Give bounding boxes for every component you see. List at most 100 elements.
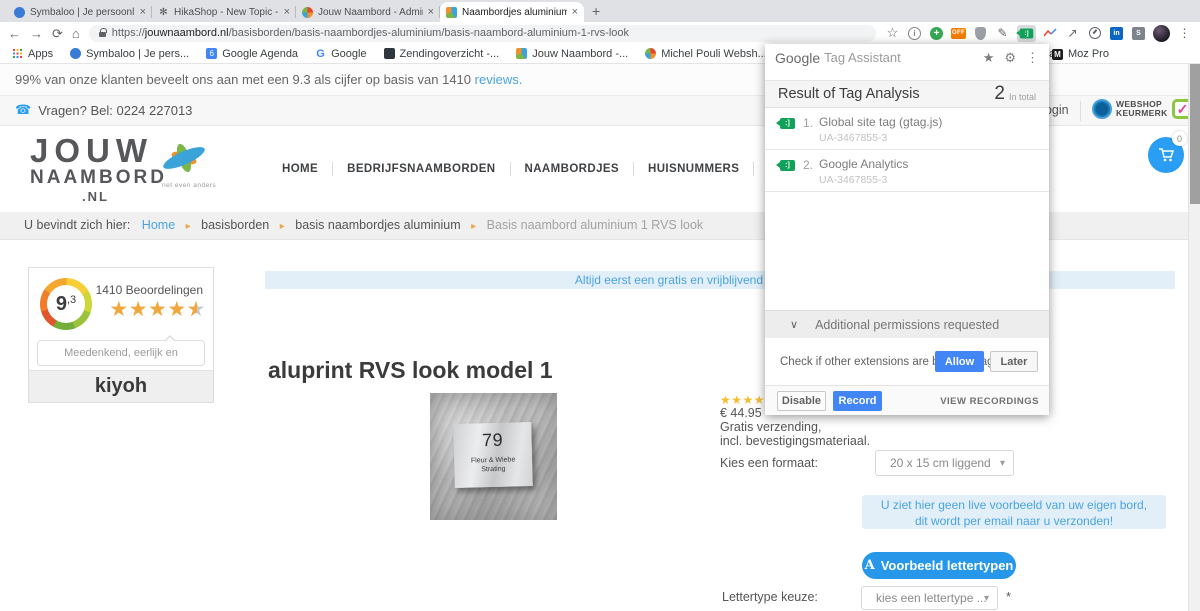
- bookmark-moz-pro[interactable]: MMoz Pro: [1052, 44, 1109, 64]
- view-recordings-link[interactable]: VIEW RECORDINGS: [940, 396, 1039, 407]
- format-label: Kies een formaat:: [720, 456, 818, 470]
- rate-star-icon[interactable]: ★: [983, 50, 995, 66]
- home-button[interactable]: ⌂: [72, 27, 80, 40]
- tag-assistant-extension-icon[interactable]: :]: [1017, 25, 1036, 42]
- tab-symbaloo[interactable]: Symbaloo | Je persoonlijke Startp ×: [8, 2, 152, 22]
- bookmark-google-agenda[interactable]: 6Google Agenda: [206, 48, 298, 60]
- new-tab-button[interactable]: +: [592, 4, 600, 18]
- permissions-label: Additional permissions requested: [815, 318, 999, 332]
- off-badge-extension-icon[interactable]: OFF: [951, 28, 966, 39]
- profile-avatar[interactable]: [1153, 25, 1170, 42]
- letter-a-icon: A: [865, 558, 875, 573]
- bookmark-apps[interactable]: Apps: [12, 48, 53, 60]
- tab-close-icon[interactable]: ×: [572, 7, 578, 18]
- kiyoh-review-widget[interactable]: 9,3 1410 Beoordelingen ★★★★★★ Meedenkend…: [28, 267, 214, 403]
- star-icon: ★: [167, 298, 186, 321]
- star-icon: ★: [109, 298, 128, 321]
- s-extension-icon[interactable]: S: [1132, 27, 1145, 40]
- add-extension-icon[interactable]: +: [930, 27, 943, 40]
- tab-title: Symbaloo | Je persoonlijke Startp: [30, 7, 135, 18]
- bookmark-star-icon[interactable]: ☆: [885, 26, 900, 41]
- url-input[interactable]: https://jouwnaambord.nl/basisborden/basi…: [89, 25, 876, 42]
- tab-tools-extension-icon[interactable]: ↗: [1065, 26, 1080, 41]
- font-preview-button[interactable]: A Voorbeeld lettertypen: [862, 552, 1016, 579]
- page-scrollbar[interactable]: [1188, 64, 1200, 611]
- breadcrumb-label: U bevindt zich hier:: [24, 218, 130, 232]
- permissions-section[interactable]: ∨ Additional permissions requested: [765, 310, 1049, 338]
- bookmark-michel-pouli[interactable]: Michel Pouli Websh...: [645, 48, 767, 60]
- linkedin-extension-icon[interactable]: in: [1110, 27, 1123, 40]
- preview-info-box: U ziet hier geen live voorbeeld van uw e…: [862, 495, 1166, 529]
- google-g-icon: G: [315, 48, 326, 59]
- star-icon: ★: [743, 393, 754, 407]
- tab-close-icon[interactable]: ×: [428, 7, 434, 18]
- apps-grid-icon: [12, 48, 23, 59]
- tag-id: UA-3467855-3: [819, 132, 942, 144]
- gear-icon[interactable]: ⚙: [1004, 50, 1016, 66]
- disable-button[interactable]: Disable: [777, 391, 826, 411]
- tab-close-icon[interactable]: ×: [284, 7, 290, 18]
- tab-administratie[interactable]: Jouw Naambord - Administratie ×: [296, 2, 440, 22]
- nav-home[interactable]: HOME: [268, 163, 332, 175]
- gauge-extension-icon[interactable]: [1089, 27, 1101, 39]
- star-icon: ★: [754, 393, 765, 407]
- bookmark-symbaloo[interactable]: Symbaloo | Je pers...: [70, 48, 189, 60]
- analytics-extension-icon[interactable]: [1043, 26, 1058, 41]
- tab-naambordjes-active[interactable]: Naambordjes aluminium basis m ×: [440, 2, 584, 22]
- format-select[interactable]: 20 x 15 cm liggend ▾: [875, 450, 1014, 476]
- tag-list-item[interactable]: :] 2. Google Analytics UA-3467855-3: [765, 150, 1049, 192]
- breadcrumb-categorie[interactable]: basis naambordjes aluminium: [295, 218, 460, 232]
- tab-hikashop[interactable]: ✻ HikaShop - New Topic - HikaSho ×: [152, 2, 296, 22]
- bookmark-google[interactable]: GGoogle: [315, 48, 366, 60]
- later-button[interactable]: Later: [990, 351, 1038, 372]
- tab-close-icon[interactable]: ×: [140, 7, 146, 18]
- plate-name-line1: Fleur & Wiebe: [471, 456, 516, 464]
- site-logo[interactable]: JOUW NAAMBORD .NL: [30, 134, 167, 206]
- plate-number: 79: [453, 429, 532, 452]
- review-banner-text: 99% van onze klanten beveelt ons aan met…: [15, 72, 471, 87]
- tab-strip: Symbaloo | Je persoonlijke Startp × ✻ Hi…: [0, 0, 1200, 22]
- star-icon: ★: [720, 393, 731, 407]
- breadcrumb-home[interactable]: Home: [134, 218, 175, 232]
- font-select[interactable]: kies een lettertype ... ▾: [861, 586, 998, 610]
- result-header: Result of Tag Analysis 2 In total: [765, 80, 1049, 108]
- webshop-keurmerk-badge[interactable]: WEBSHOPKEURMERK ✓: [1092, 99, 1194, 119]
- reload-button[interactable]: ⟳: [52, 27, 63, 40]
- record-button[interactable]: Record: [833, 391, 882, 411]
- phone-icon: ☎: [15, 102, 31, 118]
- tag-name: Google Analytics: [819, 158, 908, 170]
- nav-naambordjes[interactable]: NAAMBORDJES: [511, 163, 634, 175]
- symbaloo-favicon: [14, 7, 25, 18]
- scrollbar-thumb[interactable]: [1190, 64, 1200, 204]
- tag-id: UA-3467855-3: [819, 174, 908, 186]
- url-path: /basisborden/basis-naambordjes-aluminium…: [229, 27, 629, 39]
- reviews-link[interactable]: reviews.: [475, 72, 523, 87]
- kiyoh-stars: ★★★★★★: [109, 299, 206, 320]
- half-star-icon: ★★: [187, 299, 206, 320]
- nav-bedrijfsnaamborden[interactable]: BEDRIJFSNAAMBORDEN: [333, 163, 509, 175]
- green-tag-icon: :]: [780, 160, 795, 171]
- product-image[interactable]: 79 Fleur & Wiebe Strating: [430, 393, 557, 520]
- shield-extension-icon[interactable]: [975, 27, 986, 40]
- result-count: 2: [994, 83, 1005, 105]
- eyedropper-extension-icon[interactable]: ✎: [995, 26, 1010, 41]
- info-extension-icon[interactable]: i: [908, 27, 921, 40]
- joomla-favicon: [302, 7, 313, 18]
- green-tag-icon: :]: [780, 118, 795, 129]
- chrome-menu-icon[interactable]: ⋮: [1177, 26, 1192, 41]
- back-button[interactable]: ←: [8, 27, 21, 40]
- nav-huisnummers[interactable]: HUISNUMMERS: [634, 163, 753, 175]
- allow-button[interactable]: Allow: [935, 351, 984, 372]
- forward-button[interactable]: →: [30, 27, 43, 40]
- bookmark-jouw-naambord[interactable]: Jouw Naambord -...: [516, 48, 628, 60]
- jouwnaambord-favicon: [446, 7, 457, 18]
- breadcrumb-arrow-icon: ▸: [273, 221, 292, 232]
- product-price: € 44.95: [720, 406, 762, 420]
- symbaloo-icon: [70, 48, 81, 59]
- nameplate: 79 Fleur & Wiebe Strating: [453, 422, 533, 488]
- breadcrumb-basisborden[interactable]: basisborden: [201, 218, 269, 232]
- bookmark-zendingoverzicht[interactable]: Zendingoverzicht -...: [384, 48, 500, 60]
- moz-icon: M: [1052, 49, 1063, 60]
- popup-menu-icon[interactable]: ⋮: [1026, 50, 1039, 66]
- tag-list-item[interactable]: :] 1. Global site tag (gtag.js) UA-34678…: [765, 108, 1049, 150]
